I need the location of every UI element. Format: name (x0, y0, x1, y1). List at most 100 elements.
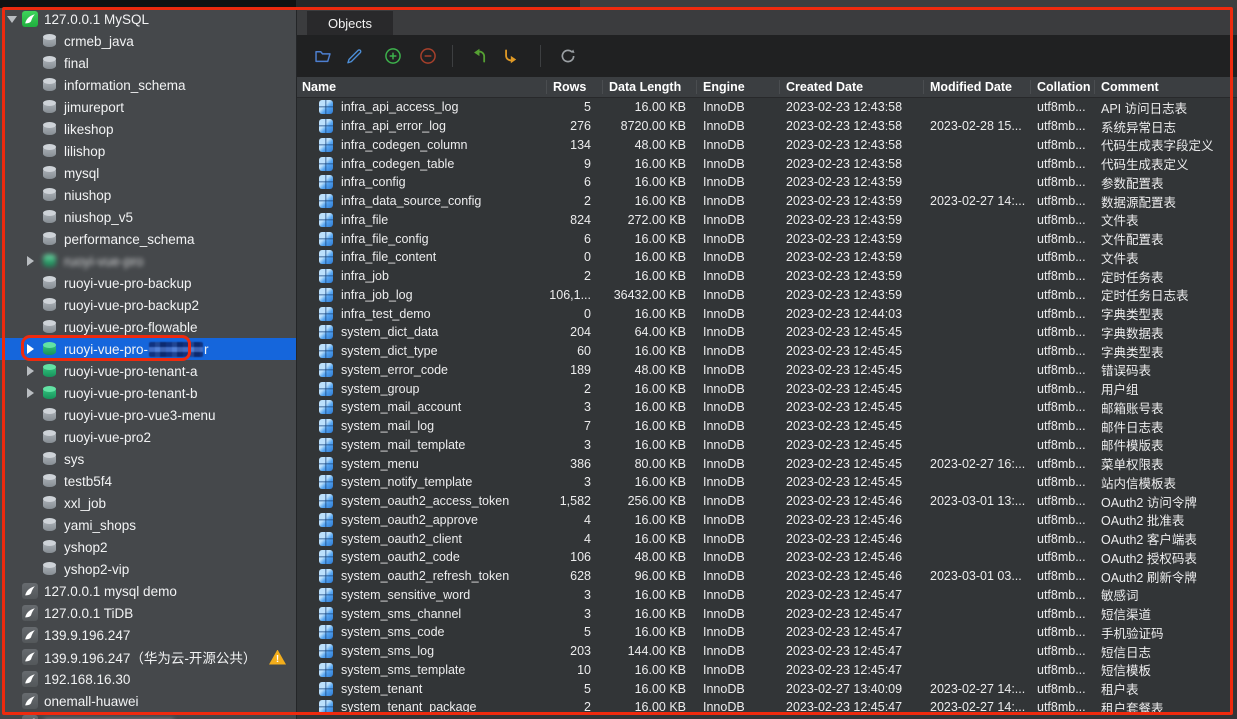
table-row[interactable]: system_mail_log 7 16.00 KB InnoDB 2023-0… (297, 417, 1237, 436)
table-row[interactable]: system_dict_data 204 64.00 KB InnoDB 202… (297, 323, 1237, 342)
table-icon (319, 663, 333, 677)
table-row[interactable]: infra_codegen_column 134 48.00 KB InnoDB… (297, 136, 1237, 155)
cell-engine: InnoDB (696, 325, 779, 339)
table-row[interactable]: infra_api_access_log 5 16.00 KB InnoDB 2… (297, 98, 1237, 117)
tree-item[interactable]: ruoyi-vue-pro-backup ! (0, 272, 296, 294)
table-row[interactable]: system_oauth2_access_token 1,582 256.00 … (297, 492, 1237, 511)
cell-data-length: 16.00 KB (602, 532, 696, 546)
tree-item[interactable]: ruoyi-vue-pro-tenant-b ! (0, 382, 296, 404)
chevron-right-icon[interactable] (27, 256, 34, 266)
tree-item[interactable]: 192.168.16.30 ! (0, 668, 296, 690)
table-icon (319, 400, 333, 414)
tree-item[interactable]: ! (0, 712, 296, 719)
tree-item[interactable]: xxl_job ! (0, 492, 296, 514)
warning-icon: ! (269, 650, 286, 665)
table-row[interactable]: system_oauth2_code 106 48.00 KB InnoDB 2… (297, 548, 1237, 567)
chevron-right-icon[interactable] (27, 388, 34, 398)
tree-item-label: final (64, 56, 89, 71)
cell-name: infra_config (297, 175, 546, 189)
tree-item[interactable]: yshop2-vip ! (0, 558, 296, 580)
chevron-right-icon[interactable] (27, 366, 34, 376)
column-header[interactable]: Comment (1094, 80, 1237, 94)
tree-item[interactable]: ruoyi-vue-pro-vue3-menu ! (0, 404, 296, 426)
table-row[interactable]: infra_job 2 16.00 KB InnoDB 2023-02-23 1… (297, 267, 1237, 286)
tree-item[interactable]: ruoyi-vue-pro-backup2 ! (0, 294, 296, 316)
column-header[interactable]: Data Length (602, 80, 696, 94)
table-row[interactable]: system_notify_template 3 16.00 KB InnoDB… (297, 473, 1237, 492)
tree-item[interactable]: lilishop ! (0, 140, 296, 162)
table-row[interactable]: system_sms_code 5 16.00 KB InnoDB 2023-0… (297, 623, 1237, 642)
tree-item[interactable]: 127.0.0.1 mysql demo ! (0, 580, 296, 602)
table-row[interactable]: system_dict_type 60 16.00 KB InnoDB 2023… (297, 342, 1237, 361)
table-row[interactable]: infra_job_log 106,1... 36432.00 KB InnoD… (297, 286, 1237, 305)
table-row[interactable]: system_group 2 16.00 KB InnoDB 2023-02-2… (297, 379, 1237, 398)
database-icon (42, 231, 58, 247)
tree-item-label: jimureport (64, 100, 124, 115)
table-row[interactable]: infra_test_demo 0 16.00 KB InnoDB 2023-0… (297, 304, 1237, 323)
tree-item[interactable]: ruoyi-vue-pro-flowable ! (0, 316, 296, 338)
chevron-down-icon[interactable] (7, 16, 17, 23)
column-header[interactable]: Modified Date (923, 80, 1030, 94)
cell-name: system_tenant (297, 682, 546, 696)
column-header[interactable]: Engine (696, 80, 779, 94)
import-wizard-button[interactable] (470, 47, 488, 65)
design-table-button[interactable] (345, 47, 363, 65)
table-row[interactable]: infra_data_source_config 2 16.00 KB Inno… (297, 192, 1237, 211)
column-header[interactable]: Name (297, 80, 546, 94)
refresh-button[interactable] (559, 47, 577, 65)
table-row[interactable]: system_oauth2_approve 4 16.00 KB InnoDB … (297, 511, 1237, 530)
column-header[interactable]: Created Date (779, 80, 923, 94)
table-row[interactable]: system_oauth2_client 4 16.00 KB InnoDB 2… (297, 529, 1237, 548)
tree-item[interactable]: jimureport ! (0, 96, 296, 118)
new-table-button[interactable] (384, 47, 402, 65)
tree-item[interactable]: final ! (0, 52, 296, 74)
table-row[interactable]: infra_config 6 16.00 KB InnoDB 2023-02-2… (297, 173, 1237, 192)
table-row[interactable]: system_mail_account 3 16.00 KB InnoDB 20… (297, 398, 1237, 417)
table-icon (319, 419, 333, 433)
tree-item[interactable]: crmeb_java ! (0, 30, 296, 52)
tree-item[interactable]: onemall-huawei ! (0, 690, 296, 712)
delete-table-button[interactable] (419, 47, 437, 65)
table-row[interactable]: infra_api_error_log 276 8720.00 KB InnoD… (297, 117, 1237, 136)
table-row[interactable]: system_menu 386 80.00 KB InnoDB 2023-02-… (297, 454, 1237, 473)
table-row[interactable]: system_tenant 5 16.00 KB InnoDB 2023-02-… (297, 679, 1237, 698)
tree-item[interactable]: ruoyi-vue-pro- r ! (0, 338, 296, 360)
tree-item[interactable]: 127.0.0.1 TiDB ! (0, 602, 296, 624)
table-row[interactable]: system_tenant_package 2 16.00 KB InnoDB … (297, 698, 1237, 717)
chevron-right-icon[interactable] (27, 344, 34, 354)
tree-item[interactable]: likeshop ! (0, 118, 296, 140)
table-row[interactable]: infra_file 824 272.00 KB InnoDB 2023-02-… (297, 211, 1237, 230)
tree-item[interactable]: testb5f4 ! (0, 470, 296, 492)
table-row[interactable]: system_sms_log 203 144.00 KB InnoDB 2023… (297, 642, 1237, 661)
tree-item[interactable]: mysql ! (0, 162, 296, 184)
tree-item[interactable]: yshop2 ! (0, 536, 296, 558)
column-header[interactable]: Collation (1030, 80, 1094, 94)
tab-objects[interactable]: Objects (307, 11, 393, 35)
tree-item[interactable]: 139.9.196.247 ! (0, 624, 296, 646)
cell-created-date: 2023-02-23 12:43:59 (779, 194, 923, 208)
column-header[interactable]: Rows (546, 80, 602, 94)
table-row[interactable]: infra_file_config 6 16.00 KB InnoDB 2023… (297, 229, 1237, 248)
table-row[interactable]: system_sms_template 10 16.00 KB InnoDB 2… (297, 661, 1237, 680)
tree-item[interactable]: yami_shops ! (0, 514, 296, 536)
table-row[interactable]: system_oauth2_refresh_token 628 96.00 KB… (297, 567, 1237, 586)
tree-item[interactable]: 127.0.0.1 MySQL ! (0, 8, 296, 30)
tree-item[interactable]: ruoyi-vue-pro ! (0, 250, 296, 272)
tree-item[interactable]: ruoyi-vue-pro-tenant-a ! (0, 360, 296, 382)
cell-created-date: 2023-02-23 12:45:46 (779, 569, 923, 583)
open-table-button[interactable] (314, 47, 332, 65)
tree-item[interactable]: information_schema ! (0, 74, 296, 96)
table-row[interactable]: system_sensitive_word 3 16.00 KB InnoDB … (297, 586, 1237, 605)
table-row[interactable]: system_sms_channel 3 16.00 KB InnoDB 202… (297, 604, 1237, 623)
tree-item[interactable]: sys ! (0, 448, 296, 470)
tree-item[interactable]: niushop_v5 ! (0, 206, 296, 228)
tree-item[interactable]: ruoyi-vue-pro2 ! (0, 426, 296, 448)
table-row[interactable]: system_mail_template 3 16.00 KB InnoDB 2… (297, 436, 1237, 455)
tree-item[interactable]: performance_schema ! (0, 228, 296, 250)
tree-item[interactable]: 139.9.196.247（华为云-开源公共） ! (0, 646, 296, 668)
table-row[interactable]: infra_file_content 0 16.00 KB InnoDB 202… (297, 248, 1237, 267)
table-row[interactable]: infra_codegen_table 9 16.00 KB InnoDB 20… (297, 154, 1237, 173)
tree-item[interactable]: niushop ! (0, 184, 296, 206)
export-wizard-button[interactable] (500, 47, 518, 65)
table-row[interactable]: system_error_code 189 48.00 KB InnoDB 20… (297, 361, 1237, 380)
